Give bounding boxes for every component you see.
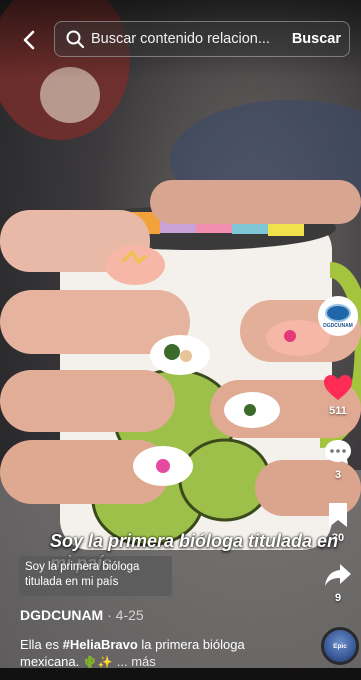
top-bar: Buscar contenido relacion... Buscar <box>0 0 361 78</box>
caption-overlay-box: Soy la primera bióloga titulada en mi pa… <box>19 556 172 596</box>
chevron-left-icon <box>23 30 35 50</box>
description-emojis: 🌵✨ <box>82 655 113 669</box>
bottom-bar <box>0 668 361 680</box>
music-disc[interactable]: Epic <box>321 627 359 665</box>
comment-icon <box>325 440 351 464</box>
more-link[interactable]: ... más <box>117 654 156 669</box>
hashtag-link[interactable]: #HeliaBravo <box>63 637 138 652</box>
search-icon <box>66 30 85 49</box>
video-description: Ella es #HeliaBravo la primera bióloga m… <box>20 636 305 671</box>
author-line: DGDCUNAM · 4-25 <box>20 607 144 623</box>
comment-button[interactable]: 3 <box>315 438 361 481</box>
author-separator: · <box>107 607 112 623</box>
author-name[interactable]: DGDCUNAM <box>20 607 103 623</box>
search-box[interactable]: Buscar contenido relacion... Buscar <box>54 21 350 57</box>
search-button[interactable]: Buscar <box>292 31 341 47</box>
back-button[interactable] <box>16 26 44 54</box>
search-input[interactable]: Buscar contenido relacion... <box>91 31 280 47</box>
dgdc-logo <box>325 303 351 322</box>
author-avatar[interactable]: DGDCUNAM <box>318 296 358 336</box>
like-count: 511 <box>329 405 347 417</box>
heart-icon <box>324 375 352 400</box>
description-prefix: Ella es <box>20 637 63 652</box>
bookmark-icon <box>329 503 347 527</box>
like-button[interactable]: 511 <box>315 374 361 417</box>
share-count: 9 <box>334 592 342 604</box>
music-label: Epic <box>333 642 347 650</box>
avatar-label: DGDCUNAM <box>323 322 353 329</box>
comment-count: 3 <box>334 469 342 481</box>
post-date: 4-25 <box>115 607 144 623</box>
